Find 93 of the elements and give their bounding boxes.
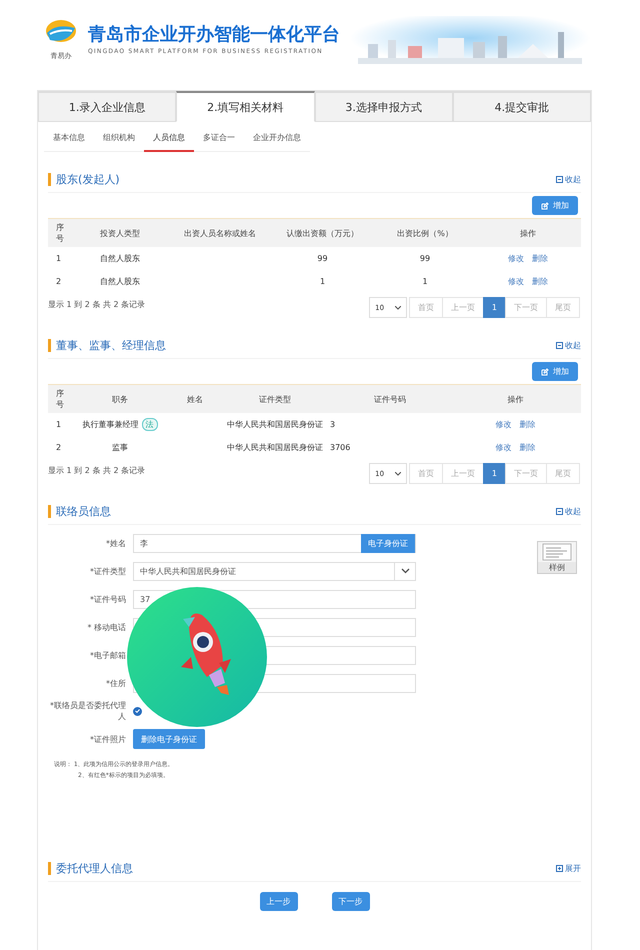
column-header: 操作 xyxy=(506,394,524,404)
page-link[interactable]: 尾页 xyxy=(546,463,580,484)
column-header: 职务 xyxy=(111,394,129,404)
page-link[interactable]: 下一页 xyxy=(505,463,547,484)
select-field[interactable]: 中华人民共和国居民身份证 xyxy=(133,562,416,580)
section-title: 委托代理人信息 xyxy=(48,862,133,874)
delete-id-button[interactable]: 删除电子身份证 xyxy=(133,729,205,749)
column-header: 证件号码 xyxy=(373,394,407,404)
sub-tab[interactable]: 组织机构 xyxy=(94,126,144,152)
e-id-button[interactable]: 电子身份证 xyxy=(361,534,415,552)
collapse-toggle[interactable]: 收起 xyxy=(556,174,581,184)
column-header: 操作 xyxy=(519,228,537,238)
chevron-down-icon xyxy=(400,568,410,574)
sub-tab[interactable]: 基本信息 xyxy=(44,126,94,152)
field-label: *联络员是否委托代理人 xyxy=(49,700,126,722)
column-header: 认缴出资额（万元） xyxy=(286,228,360,238)
table-cell-text: 99 xyxy=(316,254,329,263)
table-cell-text: 2 xyxy=(55,443,62,452)
column-header: 出资人员名称或姓名 xyxy=(183,228,257,238)
row-action-link[interactable]: 删除 xyxy=(520,419,536,430)
row-action-link[interactable]: 删除 xyxy=(520,442,536,453)
row-action-link[interactable]: 修改 xyxy=(508,253,524,264)
table-cell-text: 中华人民共和国居民身份证 xyxy=(226,442,324,453)
collapse-toggle[interactable]: 收起 xyxy=(556,340,581,350)
page-link[interactable]: 1 xyxy=(482,297,506,318)
step-nav-button[interactable]: 上一步 xyxy=(260,892,298,911)
table-cell-text: 1 xyxy=(318,277,326,286)
add-button[interactable]: 增加 xyxy=(532,362,578,381)
sub-tab[interactable]: 多证合一 xyxy=(194,126,244,152)
field-label: *电子邮箱 xyxy=(89,650,126,660)
step-tab[interactable]: 2.填写相关材料 xyxy=(176,91,314,122)
step-tab[interactable]: 4.提交审批 xyxy=(452,91,591,122)
page-link[interactable]: 首页 xyxy=(408,463,443,484)
add-button[interactable]: 增加 xyxy=(532,196,578,215)
collapse-icon xyxy=(556,508,563,514)
sub-tab[interactable]: 人员信息 xyxy=(144,126,194,152)
record-summary: 显示 1 到 2 条 共 2 条记录 xyxy=(48,465,146,476)
field-label: *证件号码 xyxy=(89,594,126,604)
edit-icon xyxy=(541,202,549,210)
field-label: * 移动电话 xyxy=(86,622,126,632)
radio-button[interactable] xyxy=(133,706,142,716)
row-action-link[interactable]: 删除 xyxy=(532,253,548,264)
collapse-toggle[interactable]: 展开 xyxy=(556,862,581,874)
column-header: 投资人类型 xyxy=(99,228,141,238)
collapse-icon xyxy=(556,176,563,182)
collapse-icon xyxy=(556,342,563,348)
section-title: 董事、监事、经理信息 xyxy=(48,338,166,352)
row-action-link[interactable]: 修改 xyxy=(508,276,524,287)
section-title: 股东(发起人) xyxy=(48,172,120,186)
column-header: 证件类型 xyxy=(258,394,292,404)
table-cell-text: 3 xyxy=(330,420,336,429)
row-action-link[interactable]: 修改 xyxy=(496,419,512,430)
table-cell-text: 2 xyxy=(55,277,62,286)
table-cell-text: 中华人民共和国居民身份证 xyxy=(226,419,324,430)
column-header: 姓名 xyxy=(186,394,204,404)
sample-thumbnail[interactable]: 样例 xyxy=(537,541,577,574)
edit-icon xyxy=(541,368,549,376)
page-link[interactable]: 下一页 xyxy=(505,297,547,318)
field-label: *证件照片 xyxy=(89,734,126,744)
column-header: 序号 xyxy=(55,222,65,244)
page-link[interactable]: 1 xyxy=(482,463,506,484)
chevron-down-icon xyxy=(394,306,401,310)
section-title: 联络员信息 xyxy=(48,504,111,518)
table-cell-text: 1 xyxy=(421,277,429,286)
column-header: 序号 xyxy=(55,388,65,410)
page-link[interactable]: 首页 xyxy=(408,297,443,318)
table-cell-text: 监事 xyxy=(111,442,129,453)
step-tab[interactable]: 1.录入企业信息 xyxy=(38,91,176,122)
row-action-link[interactable]: 修改 xyxy=(496,442,512,453)
legal-rep-badge: 法 xyxy=(142,418,158,431)
sub-tab[interactable]: 企业开办信息 xyxy=(244,126,310,152)
table-cell-text: 1 xyxy=(55,420,62,429)
input-field[interactable]: 李 电子身份证 xyxy=(133,534,416,552)
page-link[interactable]: 尾页 xyxy=(546,297,580,318)
column-header: 出资比例（%） xyxy=(396,228,454,238)
table-cell-text: 3706 xyxy=(330,443,352,452)
step-nav-button[interactable]: 下一步 xyxy=(332,892,370,911)
collapse-toggle[interactable]: 收起 xyxy=(556,506,581,516)
field-label: *住所 xyxy=(105,678,126,688)
document-icon xyxy=(541,542,573,562)
table-cell-text: 自然人股东 xyxy=(99,276,141,287)
table-cell: 执行董事兼经理 法 xyxy=(70,418,170,431)
table-cell-text: 自然人股东 xyxy=(99,253,141,264)
record-summary: 显示 1 到 2 条 共 2 条记录 xyxy=(48,299,146,310)
row-action-link[interactable]: 删除 xyxy=(532,276,548,287)
step-tab[interactable]: 3.选择申报方式 xyxy=(314,91,453,122)
field-label: *姓名 xyxy=(105,538,126,548)
chevron-down-icon xyxy=(394,472,401,476)
table-cell-text: 99 xyxy=(418,254,432,263)
field-label: *证件类型 xyxy=(89,566,126,576)
platform-title: 青岛市企业开办智能一体化平台 xyxy=(88,24,340,46)
table-cell-text: 1 xyxy=(55,254,62,263)
expand-icon xyxy=(556,864,563,872)
